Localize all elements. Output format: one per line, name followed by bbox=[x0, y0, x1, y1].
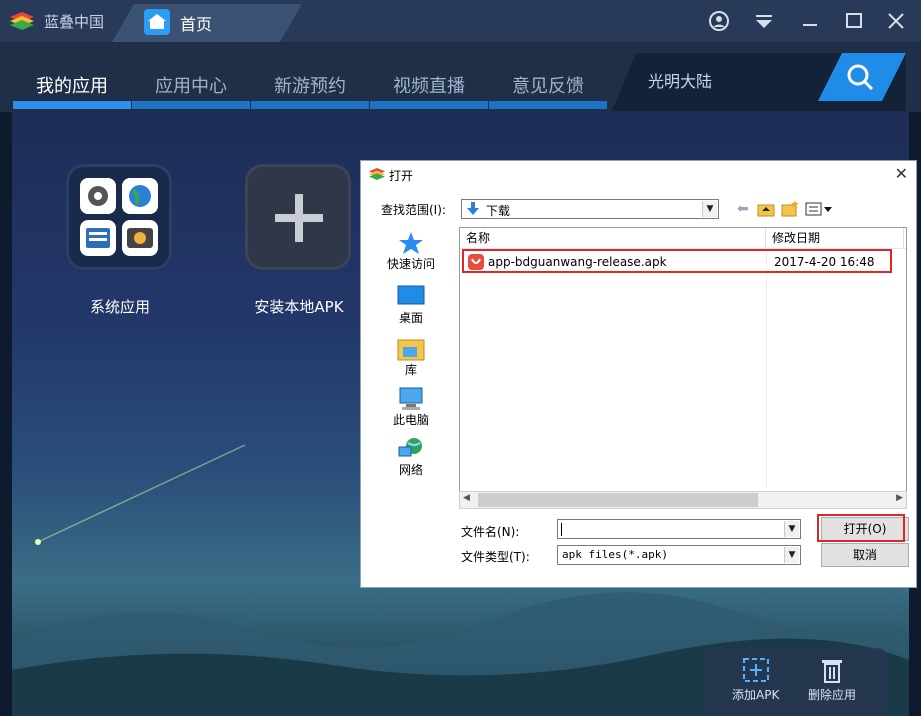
computer-icon bbox=[399, 387, 423, 410]
cancel-button[interactable]: 取消 bbox=[821, 543, 909, 567]
back-arrow-icon[interactable]: ⬅ bbox=[737, 201, 749, 217]
nav-underline bbox=[489, 101, 607, 109]
search-icon bbox=[847, 64, 874, 91]
place-quick-access[interactable]: 快速访问 bbox=[377, 227, 445, 275]
scroll-left-icon[interactable]: ◀ bbox=[463, 493, 470, 503]
place-label: 库 bbox=[404, 363, 417, 377]
bluestacks-logo-icon bbox=[369, 168, 385, 180]
chevron-down-icon[interactable]: ▼ bbox=[784, 547, 799, 563]
highlight-open-button bbox=[817, 514, 905, 542]
column-header-name[interactable]: 名称 bbox=[460, 228, 766, 248]
filename-input[interactable]: ▼ bbox=[557, 519, 801, 539]
star-icon bbox=[399, 232, 423, 254]
install-apk-label: 安装本地APK bbox=[254, 298, 344, 316]
library-folder-icon bbox=[397, 339, 425, 361]
nav-underline bbox=[251, 101, 369, 109]
dialog-title: 打开 bbox=[389, 169, 414, 183]
dialog-close-icon[interactable]: ✕ bbox=[895, 164, 908, 183]
download-arrow-icon bbox=[467, 202, 479, 215]
nav-app-center[interactable]: 应用中心 bbox=[132, 72, 250, 98]
open-file-dialog: 打开 ✕ 查找范围(I): 下载 ▼ ⬅ 快速访问 桌面 库 此电脑 网络 名称… bbox=[360, 160, 917, 588]
filetype-label: 文件类型(T): bbox=[461, 550, 530, 564]
maximize-icon[interactable] bbox=[841, 9, 867, 33]
text-caret bbox=[561, 523, 562, 536]
place-desktop[interactable]: 桌面 bbox=[377, 281, 445, 329]
nav-my-apps[interactable]: 我的应用 bbox=[13, 72, 131, 98]
desktop-icon bbox=[397, 285, 425, 305]
add-apk-label[interactable]: 添加APK bbox=[732, 686, 779, 703]
column-header-modified[interactable]: 修改日期 bbox=[766, 228, 904, 248]
filetype-value: apk files(*.apk) bbox=[562, 548, 668, 561]
look-in-label: 查找范围(I): bbox=[381, 203, 446, 217]
place-label: 桌面 bbox=[398, 311, 423, 325]
nav-underline bbox=[370, 101, 488, 109]
search-input-value: 光明大陆 bbox=[648, 72, 713, 91]
plus-icon bbox=[275, 194, 323, 242]
system-apps-label: 系统应用 bbox=[89, 298, 150, 316]
horizontal-scrollbar[interactable]: ◀ ▶ bbox=[459, 491, 907, 509]
system-apps-folder-icon bbox=[80, 178, 158, 256]
bottom-toolbar bbox=[706, 648, 886, 716]
view-menu-icon[interactable] bbox=[805, 201, 833, 217]
menu-down-icon[interactable] bbox=[751, 9, 777, 33]
nav-underline-active bbox=[13, 101, 131, 109]
places-bar: 快速访问 桌面 库 此电脑 网络 bbox=[377, 227, 445, 489]
close-icon[interactable] bbox=[883, 9, 909, 33]
trash-icon[interactable] bbox=[818, 656, 846, 684]
place-library[interactable]: 库 bbox=[377, 333, 445, 381]
bluestacks-logo-icon bbox=[10, 12, 34, 30]
account-icon[interactable] bbox=[706, 9, 732, 33]
nav-feedback[interactable]: 意见反馈 bbox=[489, 72, 607, 98]
add-apk-icon[interactable] bbox=[741, 656, 771, 684]
highlight-file-row bbox=[462, 249, 892, 273]
place-label: 快速访问 bbox=[386, 257, 435, 271]
filetype-select[interactable]: apk files(*.apk) ▼ bbox=[557, 545, 801, 565]
delete-app-label[interactable]: 删除应用 bbox=[808, 686, 856, 703]
nav-new-games[interactable]: 新游预约 bbox=[251, 72, 369, 98]
filename-label: 文件名(N): bbox=[461, 525, 520, 539]
nav-underline bbox=[132, 101, 250, 109]
chevron-down-icon[interactable]: ▼ bbox=[784, 521, 799, 537]
meteor-streak bbox=[35, 444, 246, 545]
home-tab-label: 首页 bbox=[180, 15, 213, 34]
chevron-down-icon[interactable]: ▼ bbox=[702, 201, 717, 217]
minimize-icon[interactable] bbox=[797, 9, 823, 33]
app-name: 蓝叠中国 bbox=[44, 13, 105, 31]
network-icon bbox=[398, 438, 422, 457]
place-label: 此电脑 bbox=[392, 413, 429, 427]
place-network[interactable]: 网络 bbox=[377, 433, 445, 481]
new-folder-icon[interactable] bbox=[781, 200, 799, 217]
scrollbar-thumb[interactable] bbox=[478, 493, 758, 507]
up-folder-icon[interactable] bbox=[757, 201, 775, 217]
column-divider bbox=[766, 248, 767, 488]
home-icon bbox=[144, 9, 170, 35]
look-in-select[interactable]: 下载 ▼ bbox=[461, 199, 719, 219]
scroll-right-icon[interactable]: ▶ bbox=[896, 493, 903, 503]
look-in-value: 下载 bbox=[486, 204, 511, 218]
nav-video-live[interactable]: 视频直播 bbox=[370, 72, 488, 98]
place-label: 网络 bbox=[398, 463, 423, 477]
place-this-pc[interactable]: 此电脑 bbox=[377, 383, 445, 431]
